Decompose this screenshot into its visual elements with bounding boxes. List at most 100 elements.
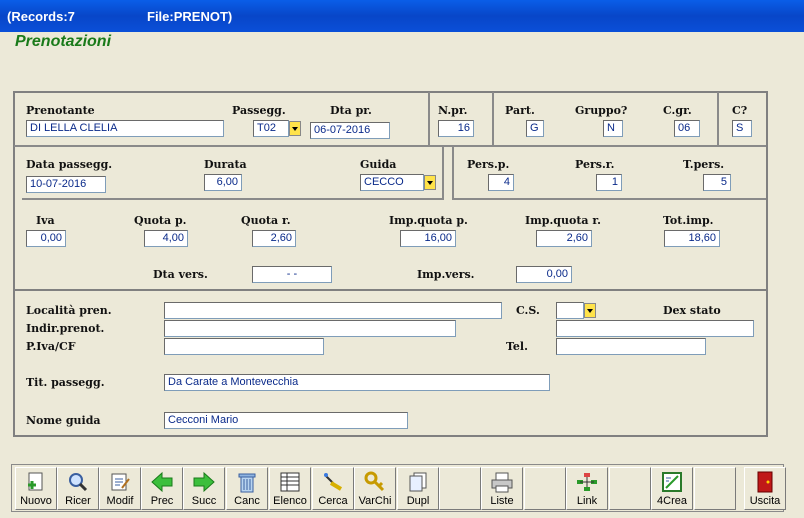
piva-field[interactable] — [164, 338, 324, 355]
nome-guida-field[interactable]: Cecconi Mario — [164, 412, 408, 429]
toolbar-button-label: Succ — [191, 495, 217, 507]
gruppo-label: Gruppo? — [575, 104, 628, 117]
toolbar-button-varchi[interactable]: VarChi — [354, 467, 396, 510]
prenotante-field[interactable]: DI LELLA CLELIA — [26, 120, 224, 137]
toolbar-button-empty[interactable] — [609, 467, 651, 510]
toolbar-button-empty[interactable] — [524, 467, 566, 510]
passegg-select[interactable]: T02 — [253, 120, 289, 137]
divider — [492, 92, 494, 146]
toolbar-button-label: Nuovo — [20, 495, 52, 507]
dta-pr-field[interactable]: 06-07-2016 — [310, 122, 390, 139]
divider — [452, 146, 454, 200]
quota-r-label: Quota r. — [241, 214, 291, 227]
find-icon — [321, 471, 345, 493]
toolbar-button-empty[interactable] — [694, 467, 736, 510]
toolbar-button-elenco[interactable]: Elenco — [269, 467, 311, 510]
tot-imp-label: Tot.imp. — [663, 214, 714, 227]
guida-label: Guida — [360, 158, 397, 171]
toolbar-button-label: 4Crea — [657, 495, 687, 507]
quota-p-field[interactable]: 4,00 — [144, 230, 188, 247]
npr-field[interactable]: 16 — [438, 120, 474, 137]
prenotante-label: Prenotante — [26, 104, 95, 117]
iva-label: Iva — [36, 214, 55, 227]
t-pers-field[interactable]: 5 — [703, 174, 731, 191]
create-icon — [660, 471, 684, 493]
page-title: Prenotazioni — [15, 33, 112, 50]
quota-r-field[interactable]: 2,60 — [252, 230, 296, 247]
printer-icon — [490, 471, 514, 493]
c-field[interactable]: S — [732, 120, 752, 137]
toolbar-button-label: Dupl — [406, 495, 430, 507]
search-icon — [66, 471, 90, 493]
divider — [717, 92, 719, 146]
dta-pr-label: Dta pr. — [330, 104, 372, 117]
keys-icon — [363, 471, 387, 493]
toolbar-button-dupl[interactable]: Dupl — [397, 467, 439, 510]
link-icon — [575, 471, 599, 493]
title-bar: (Records:7 File:PRENOT) — [0, 0, 804, 32]
imp-quota-r-field[interactable]: 2,60 — [536, 230, 592, 247]
toolbar-button-cerca[interactable]: Cerca — [312, 467, 354, 510]
guida-dropdown-icon[interactable] — [424, 175, 436, 190]
tel-field[interactable] — [556, 338, 706, 355]
toolbar-button-label: Prec — [150, 495, 174, 507]
tot-imp-field[interactable]: 18,60 — [664, 230, 720, 247]
dex-stato-field[interactable] — [556, 320, 754, 337]
piva-label: P.Iva/CF — [26, 340, 76, 353]
localita-field[interactable] — [164, 302, 502, 319]
divider — [22, 198, 442, 200]
toolbar-button-link[interactable]: Link — [566, 467, 608, 510]
iva-field[interactable]: 0,00 — [26, 230, 66, 247]
edit-icon — [108, 471, 132, 493]
list-icon — [278, 471, 302, 493]
nome-guida-label: Nome guida — [26, 414, 101, 427]
data-passegg-field[interactable]: 10-07-2016 — [26, 176, 106, 193]
toolbar-button-uscita[interactable]: Uscita — [744, 467, 786, 510]
imp-vers-field[interactable]: 0,00 — [516, 266, 572, 283]
divider — [428, 92, 430, 146]
gruppo-field[interactable]: N — [603, 120, 623, 137]
toolbar-button-label: Uscita — [749, 495, 781, 507]
cs-select[interactable] — [556, 302, 584, 319]
file-name: File:PRENOT) — [147, 9, 233, 24]
toolbar-button-modif[interactable]: Modif — [99, 467, 141, 510]
quota-p-label: Quota p. — [134, 214, 187, 227]
tit-passegg-label: Tit. passegg. — [26, 376, 105, 389]
tit-passegg-field[interactable]: Da Carate a Montevecchia — [164, 374, 550, 391]
toolbar-button-liste[interactable]: Liste — [481, 467, 523, 510]
pers-p-field[interactable]: 4 — [488, 174, 514, 191]
toolbar-button-label: Modif — [106, 495, 134, 507]
arrow-left-icon — [150, 471, 174, 493]
tel-label: Tel. — [506, 340, 528, 353]
toolbar-button-canc[interactable]: Canc — [226, 467, 268, 510]
cgr-field[interactable]: 06 — [674, 120, 700, 137]
dta-vers-field[interactable]: - - — [252, 266, 332, 283]
toolbar-button-ricer[interactable]: Ricer — [57, 467, 99, 510]
localita-label: Località pren. — [26, 304, 112, 317]
pers-r-field[interactable]: 1 — [596, 174, 622, 191]
t-pers-label: T.pers. — [683, 158, 725, 171]
guida-select[interactable]: CECCO — [360, 174, 424, 191]
trash-icon — [235, 471, 259, 493]
pers-r-label: Pers.r. — [575, 158, 615, 171]
toolbar-button-nuovo[interactable]: Nuovo — [15, 467, 57, 510]
toolbar-button-empty[interactable] — [439, 467, 481, 510]
records-count: (Records:7 — [7, 9, 75, 24]
part-field[interactable]: G — [526, 120, 544, 137]
indir-field[interactable] — [164, 320, 456, 337]
toolbar-button-4crea[interactable]: 4Crea — [651, 467, 693, 510]
toolbar-button-label: Canc — [234, 495, 260, 507]
passegg-label: Passegg. — [232, 104, 286, 117]
imp-vers-label: Imp.vers. — [417, 268, 475, 281]
dta-vers-label: Dta vers. — [153, 268, 208, 281]
toolbar-button-label: VarChi — [358, 495, 392, 507]
c-label: C? — [732, 104, 748, 117]
imp-quota-p-field[interactable]: 16,00 — [400, 230, 456, 247]
toolbar-button-prec[interactable]: Prec — [141, 467, 183, 510]
toolbar-button-succ[interactable]: Succ — [183, 467, 225, 510]
passegg-dropdown-icon[interactable] — [289, 121, 301, 136]
durata-field[interactable]: 6,00 — [204, 174, 242, 191]
imp-quota-p-label: Imp.quota p. — [389, 214, 468, 227]
cs-dropdown-icon[interactable] — [584, 303, 596, 318]
data-passegg-label: Data passegg. — [26, 158, 113, 171]
